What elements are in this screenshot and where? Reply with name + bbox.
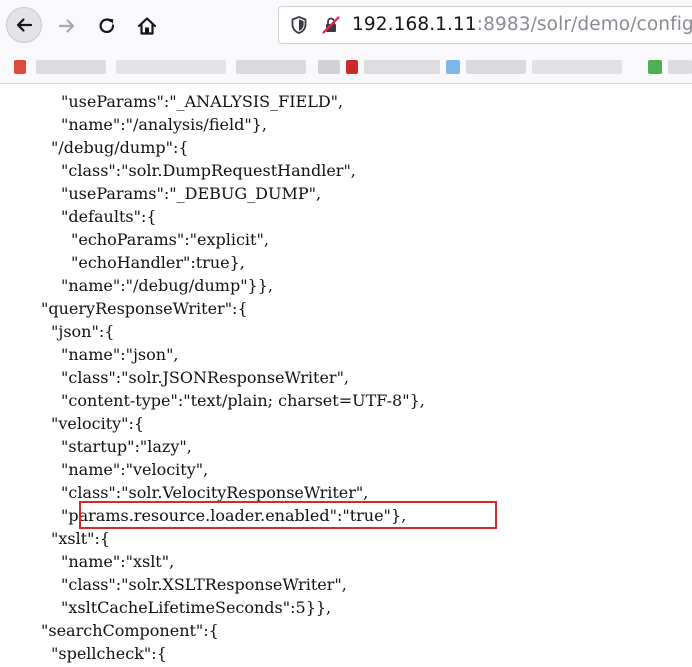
bookmark-item[interactable] bbox=[364, 60, 440, 74]
home-icon bbox=[137, 17, 157, 35]
json-line: "content-type":"text/plain; charset=UTF-… bbox=[61, 391, 425, 410]
json-line: "queryResponseWriter":{ bbox=[41, 299, 248, 318]
bookmarks-toolbar bbox=[0, 50, 692, 84]
url-path: :8983/solr/demo/config bbox=[476, 14, 692, 35]
json-line: "json":{ bbox=[51, 322, 115, 341]
json-line: "searchComponent":{ bbox=[41, 621, 219, 640]
highlight-box bbox=[79, 501, 497, 529]
bookmark-item[interactable] bbox=[116, 60, 226, 74]
home-button[interactable] bbox=[130, 9, 164, 43]
address-bar[interactable]: 192.168.1.11:8983/solr/demo/config bbox=[278, 6, 692, 44]
url-host: 192.168.1.11 bbox=[352, 14, 477, 35]
json-line: "xsltCacheLifetimeSeconds":5}}, bbox=[61, 598, 332, 617]
json-line: "name":"/debug/dump"}}, bbox=[61, 276, 273, 295]
json-line: "velocity":{ bbox=[51, 414, 145, 433]
json-line: "name":"xslt", bbox=[61, 552, 175, 571]
reload-icon bbox=[99, 18, 115, 34]
json-content: "useParams":"_ANALYSIS_FIELD", "name":"/a… bbox=[0, 84, 692, 667]
json-line: "/debug/dump":{ bbox=[51, 138, 189, 157]
json-line: "name":"json", bbox=[61, 345, 179, 364]
url-text[interactable]: 192.168.1.11:8983/solr/demo/config bbox=[352, 14, 692, 35]
bookmark-item[interactable] bbox=[648, 60, 662, 74]
bookmark-item[interactable] bbox=[466, 60, 526, 74]
back-arrow-icon bbox=[16, 18, 33, 32]
bookmark-item[interactable] bbox=[668, 60, 692, 74]
forward-button[interactable] bbox=[50, 9, 84, 43]
bookmark-item[interactable] bbox=[236, 60, 306, 74]
json-line: "xslt":{ bbox=[51, 529, 111, 548]
json-line: "spellcheck":{ bbox=[51, 644, 167, 663]
bookmark-item[interactable] bbox=[532, 60, 622, 74]
json-line: "defaults":{ bbox=[61, 207, 157, 226]
bookmark-item[interactable] bbox=[346, 60, 358, 74]
bookmark-item[interactable] bbox=[318, 60, 340, 74]
bookmark-item[interactable] bbox=[446, 60, 460, 74]
json-line: "useParams":"_DEBUG_DUMP", bbox=[61, 184, 322, 203]
json-line: "class":"solr.DumpRequestHandler", bbox=[61, 161, 356, 180]
json-line: "name":"/analysis/field"}, bbox=[61, 115, 267, 134]
forward-arrow-icon bbox=[58, 19, 75, 33]
json-line: "startup":"lazy", bbox=[61, 437, 192, 456]
json-line: "class":"solr.JSONResponseWriter", bbox=[61, 368, 350, 387]
bookmark-item[interactable] bbox=[36, 60, 106, 74]
reload-button[interactable] bbox=[90, 9, 124, 43]
tracking-shield-icon[interactable] bbox=[289, 15, 309, 39]
bookmark-item[interactable] bbox=[14, 60, 26, 74]
json-line: "echoParams":"explicit", bbox=[71, 230, 269, 249]
json-line: "useParams":"_ANALYSIS_FIELD", bbox=[61, 92, 344, 111]
json-line: "echoHandler":true}, bbox=[71, 253, 245, 272]
back-button[interactable] bbox=[6, 7, 42, 43]
browser-toolbar: 192.168.1.11:8983/solr/demo/config bbox=[0, 0, 692, 50]
json-line: "name":"velocity", bbox=[61, 460, 209, 479]
insecure-connection-icon[interactable] bbox=[321, 15, 341, 39]
json-line: "class":"solr.XSLTResponseWriter", bbox=[61, 575, 347, 594]
